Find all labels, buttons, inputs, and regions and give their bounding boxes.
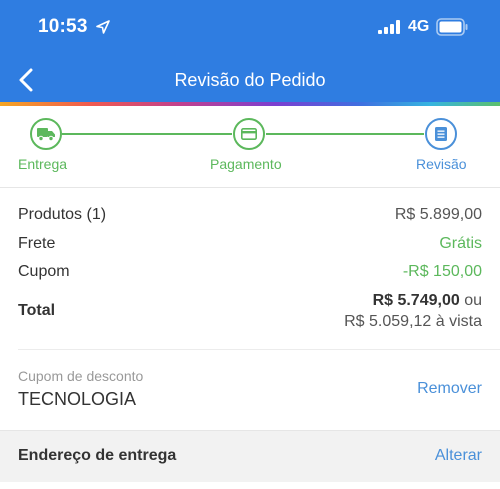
bottom-spacer: [0, 482, 500, 489]
step-revisao[interactable]: [425, 118, 457, 150]
total-row: Total R$ 5.749,00 ou R$ 5.059,12 à vista: [18, 290, 482, 334]
shipping-label: Frete: [18, 235, 56, 252]
list-icon: [435, 127, 447, 141]
step-entrega[interactable]: [30, 118, 62, 150]
truck-icon: [37, 128, 55, 141]
coupon-field-label: Cupom de desconto: [18, 368, 144, 384]
step-label-entrega: Entrega: [18, 156, 68, 172]
page-title: Revisão do Pedido: [174, 70, 326, 90]
coupon-summary-label: Cupom: [18, 263, 70, 280]
products-label: Produtos (1): [18, 206, 107, 223]
products-value: R$ 5.899,00: [394, 206, 482, 223]
step-connector: [266, 133, 424, 135]
coupon-code: TECNOLOGIA: [18, 389, 137, 409]
battery-icon: [436, 18, 468, 36]
nav-bar: Revisão do Pedido: [0, 56, 500, 102]
total-value: R$ 5.749,00: [372, 292, 460, 309]
address-title: Endereço de entrega: [18, 447, 177, 464]
step-label-pagamento: Pagamento: [210, 156, 282, 172]
credit-card-icon: [241, 128, 257, 140]
header: 10:53 4G Revisão do Pedido: [0, 0, 500, 106]
step-label-revisao: Revisão: [416, 156, 467, 172]
total-values: R$ 5.749,00 ou R$ 5.059,12 à vista: [344, 290, 482, 332]
step-pagamento[interactable]: [233, 118, 265, 150]
status-bar: 10:53 4G: [0, 0, 500, 56]
coupon-summary-value: -R$ 150,00: [402, 263, 482, 280]
step-connector: [62, 133, 232, 135]
status-time: 10:53: [38, 16, 88, 37]
change-address-button[interactable]: Alterar: [435, 447, 482, 465]
divider: [18, 349, 500, 350]
checkout-stepper: Entrega Pagamento Revisão: [0, 106, 500, 188]
shipping-value: Grátis: [439, 235, 482, 252]
delivery-address-section: Endereço de entrega Alterar: [0, 430, 500, 482]
signal-bars-icon: [378, 20, 400, 34]
network-label: 4G: [408, 18, 430, 35]
total-cash-value: R$ 5.059,12 à vista: [344, 313, 482, 330]
remove-coupon-button[interactable]: Remover: [417, 380, 482, 398]
total-or: ou: [464, 292, 482, 309]
total-label: Total: [18, 302, 56, 319]
location-arrow-icon: [96, 20, 110, 34]
